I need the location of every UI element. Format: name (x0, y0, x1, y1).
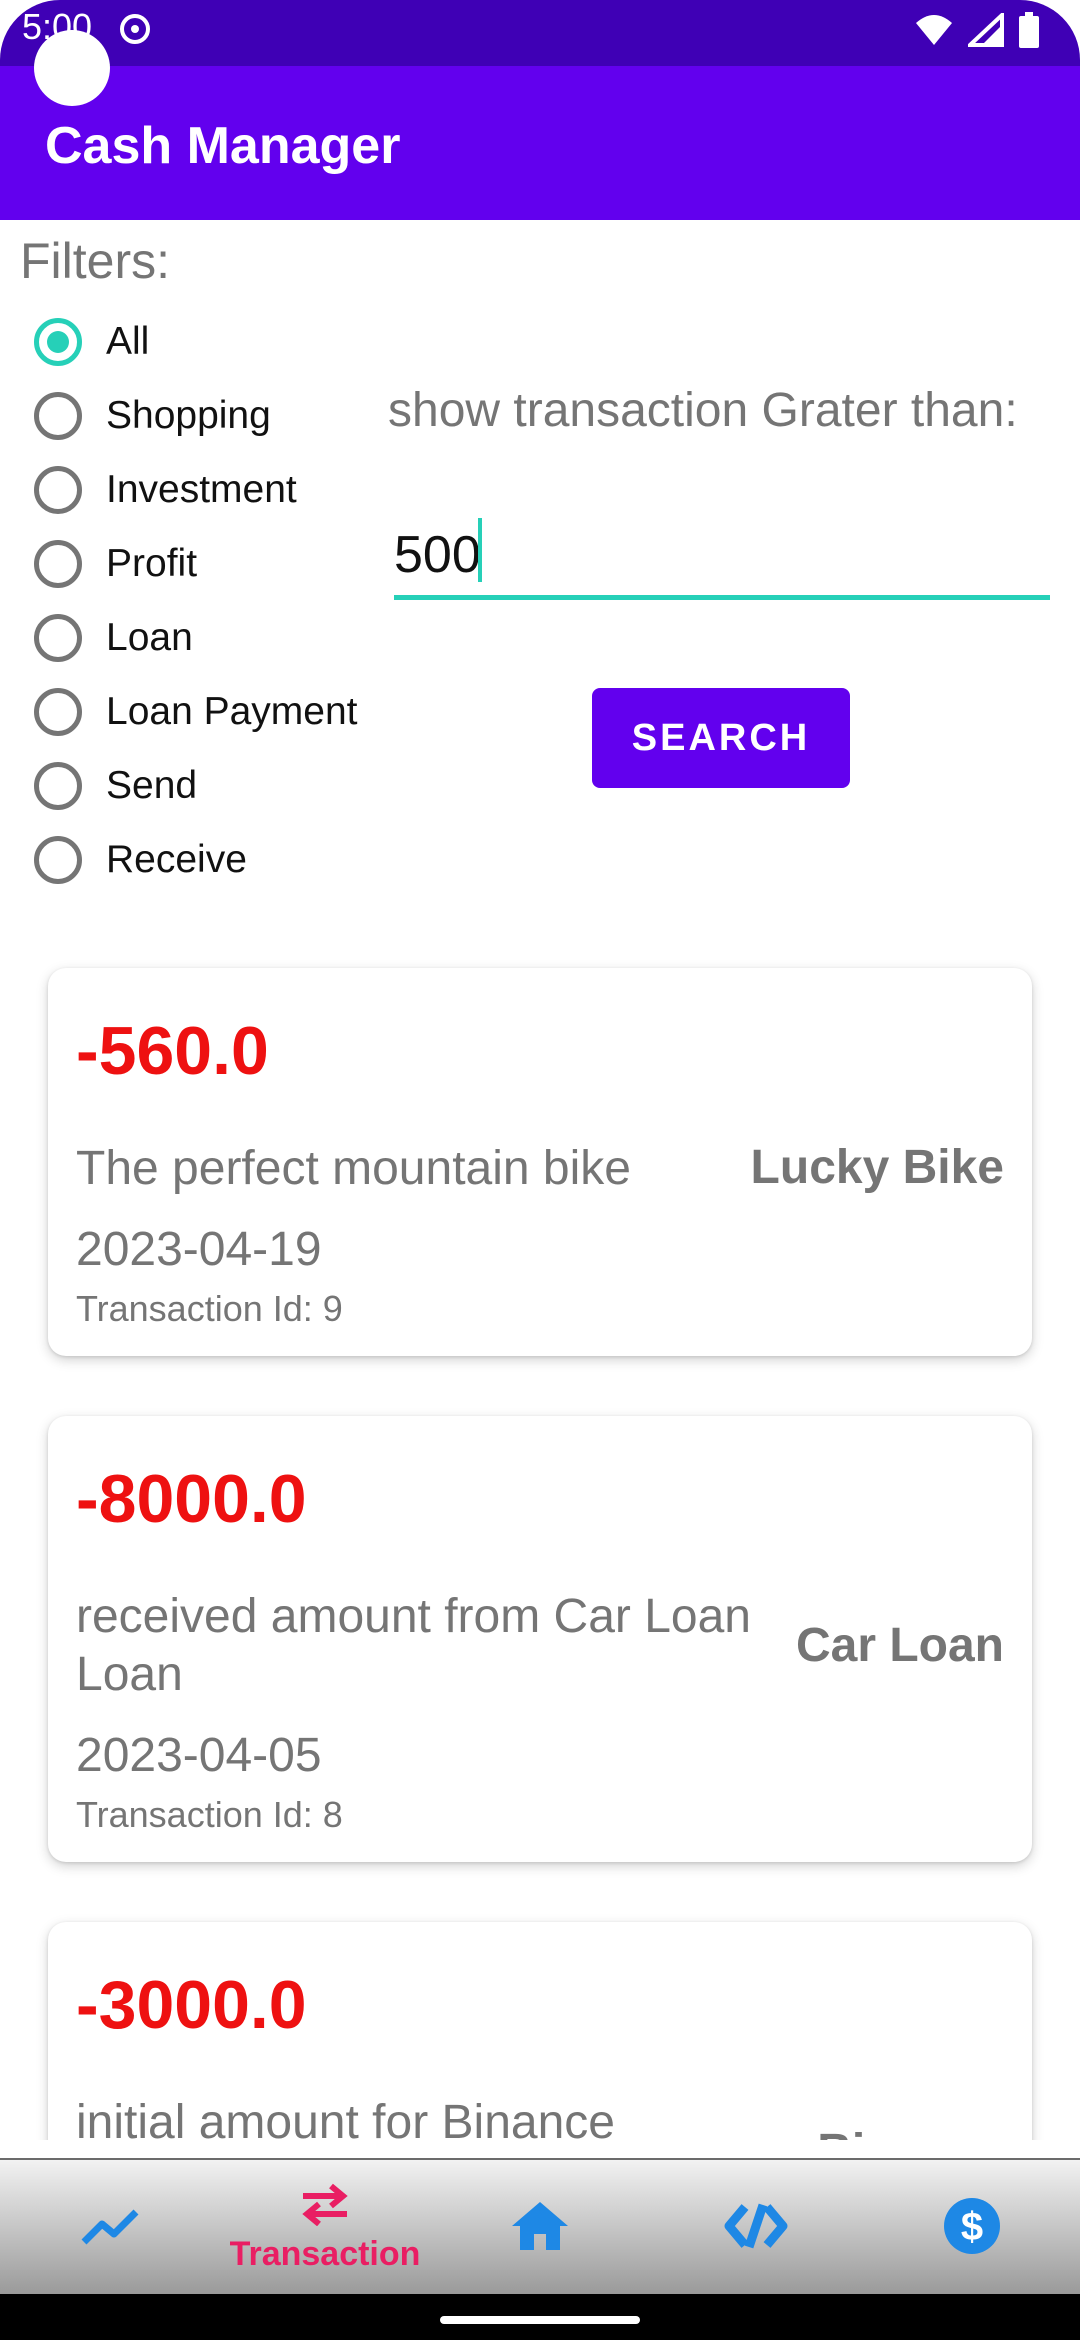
transaction-date: 2023-04-05 (76, 1729, 322, 1782)
trending-up-icon (80, 2204, 140, 2253)
app-title: Cash Manager (45, 117, 401, 175)
transaction-id: Transaction Id: 8 (76, 1794, 343, 1835)
home-icon (510, 2200, 570, 2257)
signal-icon (964, 10, 1004, 52)
filter-option-label: Shopping (106, 394, 271, 437)
transaction-card[interactable]: -3000.0 initial amount for Binance Binan… (48, 1922, 1032, 2140)
filter-option-investment[interactable]: Investment (34, 453, 358, 527)
filter-option-receive[interactable]: Receive (34, 823, 358, 897)
radio-button[interactable] (34, 762, 82, 810)
nav-item-home[interactable] (470, 2160, 610, 2296)
status-icons (914, 10, 1040, 53)
transaction-date: 2023-04-19 (76, 1223, 322, 1276)
swap-arrows-icon (297, 2182, 353, 2231)
battery-icon (1018, 12, 1040, 53)
filter-option-label: Investment (106, 468, 297, 511)
radio-button-checked[interactable] (34, 318, 82, 366)
bottom-navigation: Transaction $ (0, 2158, 1080, 2294)
status-bar: 5:00 (0, 0, 1080, 66)
home-gesture-handle[interactable] (440, 2316, 640, 2324)
filter-option-label: Send (106, 764, 198, 807)
radio-button[interactable] (34, 392, 82, 440)
filter-option-label: Loan (106, 616, 193, 659)
threshold-amount-input[interactable] (394, 515, 1050, 600)
filter-option-label: All (106, 320, 150, 363)
threshold-label: show transaction Grater than: (388, 384, 1018, 437)
transaction-account-name: Binance (817, 2124, 1004, 2140)
text-caret (478, 518, 482, 582)
radio-button[interactable] (34, 688, 82, 736)
filter-option-loan-payment[interactable]: Loan Payment (34, 675, 358, 749)
transaction-description: received amount from Car Loan Loan (76, 1590, 751, 1701)
transaction-description: initial amount for Binance (76, 2096, 615, 2140)
nav-item-label: Transaction (229, 2235, 421, 2273)
nav-item-code[interactable] (686, 2160, 826, 2296)
camera-cutout (34, 30, 110, 106)
transaction-account-name: Car Loan (795, 1619, 1004, 1672)
wifi-icon (914, 13, 954, 52)
radio-button[interactable] (34, 614, 82, 662)
svg-text:$: $ (961, 2205, 983, 2249)
notification-icon (118, 12, 152, 51)
filter-option-shopping[interactable]: Shopping (34, 379, 358, 453)
filters-label: Filters: (20, 233, 170, 289)
transaction-card[interactable]: -560.0 The perfect mountain bike Lucky B… (48, 968, 1032, 1356)
app-bar: Cash Manager (0, 66, 1080, 220)
search-button[interactable]: SEARCH (592, 688, 850, 788)
code-icon (723, 2201, 789, 2256)
transaction-card[interactable]: -8000.0 received amount from Car Loan Lo… (48, 1416, 1032, 1862)
nav-item-balance[interactable]: $ (902, 2160, 1042, 2296)
nav-item-stats[interactable] (40, 2160, 180, 2296)
transaction-amount: -560.0 (76, 1013, 269, 1089)
transaction-amount: -3000.0 (76, 1967, 307, 2043)
filter-option-profit[interactable]: Profit (34, 527, 358, 601)
filter-option-label: Receive (106, 838, 247, 881)
filter-option-label: Loan Payment (106, 690, 358, 733)
filter-option-send[interactable]: Send (34, 749, 358, 823)
dollar-icon: $ (943, 2197, 1001, 2260)
filter-option-all[interactable]: All (34, 305, 358, 379)
radio-button[interactable] (34, 540, 82, 588)
transaction-description: The perfect mountain bike (76, 1142, 631, 1195)
filter-radio-group: All Shopping Investment Profit Loan Loan… (34, 305, 358, 897)
transaction-amount: -8000.0 (76, 1461, 307, 1537)
filter-option-loan[interactable]: Loan (34, 601, 358, 675)
filter-option-label: Profit (106, 542, 198, 585)
transaction-account-name: Lucky Bike (750, 1141, 1004, 1194)
transaction-list[interactable]: -560.0 The perfect mountain bike Lucky B… (0, 960, 1080, 2140)
radio-button[interactable] (34, 466, 82, 514)
transaction-id: Transaction Id: 9 (76, 1288, 343, 1329)
radio-button[interactable] (34, 836, 82, 884)
nav-item-transaction[interactable]: Transaction (220, 2160, 430, 2296)
